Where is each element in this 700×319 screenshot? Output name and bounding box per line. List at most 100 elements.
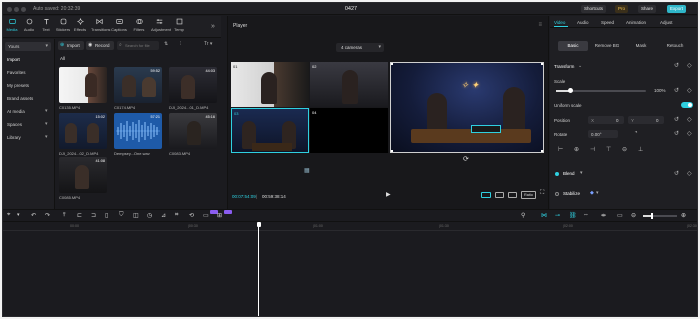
zoom-out-icon[interactable]: ⊖ xyxy=(631,212,639,220)
filter-icon[interactable]: ⫶ xyxy=(180,41,181,47)
resize-handle[interactable] xyxy=(391,63,393,65)
media-clip[interactable]: 44:03 xyxy=(169,67,217,103)
tool-stickers[interactable]: Stickers xyxy=(55,18,71,32)
grid-layout-icon[interactable]: ▦ xyxy=(304,167,310,174)
media-clip[interactable]: 57:21 xyxy=(114,113,162,149)
tab-video[interactable]: Video xyxy=(554,20,565,25)
keyframe-icon[interactable]: ◇ xyxy=(687,116,692,123)
tool-captions[interactable]: Captions xyxy=(111,18,127,32)
redo-icon[interactable]: ↷ xyxy=(45,212,53,220)
sidebar-item-import[interactable]: Import xyxy=(7,57,20,62)
reset-icon[interactable]: ↺ xyxy=(674,130,679,137)
media-clip[interactable]: 59:52 xyxy=(114,67,162,103)
fullscreen-icon[interactable]: ⛶ xyxy=(540,190,544,197)
reset-icon[interactable]: ↺ xyxy=(674,170,679,177)
chevron-down-icon[interactable]: ▾ xyxy=(17,212,25,220)
sidebar-item-ai-media[interactable]: AI media xyxy=(7,109,25,114)
scale-slider[interactable] xyxy=(556,88,646,93)
align-center-h-icon[interactable]: ⊕ xyxy=(574,146,579,153)
sidebar-item-spaces[interactable]: Spaces xyxy=(7,122,22,127)
resize-handle[interactable] xyxy=(541,63,543,65)
tool-transitions[interactable]: Transitions xyxy=(91,18,110,32)
tool-adjustment[interactable]: Adjustment xyxy=(151,18,171,32)
split-right-icon[interactable]: ⊐ xyxy=(91,212,99,220)
scale-value[interactable]: 100% xyxy=(654,88,666,93)
media-clip[interactable]: 41:08 xyxy=(59,157,107,193)
zoom-slider[interactable] xyxy=(643,213,677,219)
linkage-icon[interactable]: ⛓ xyxy=(569,212,577,220)
tab-animation[interactable]: Animation xyxy=(626,20,646,25)
split-icon[interactable]: ⫯ xyxy=(63,212,71,220)
align-center-v-icon[interactable]: ⊖ xyxy=(622,146,627,153)
keyframe-icon[interactable]: ◇ xyxy=(687,87,692,94)
rotate-field[interactable]: 0.00° xyxy=(588,130,618,138)
sidebar-item-my-presets[interactable]: My presets xyxy=(7,83,29,88)
chevron-down-icon[interactable]: ▾ xyxy=(580,170,583,176)
sidebar-item-favorites[interactable]: Favorites xyxy=(7,70,26,75)
media-clip[interactable]: 45:16 xyxy=(169,113,217,149)
search-input[interactable]: ⌕ Search for file xyxy=(117,41,159,50)
media-clip[interactable]: 15:02 xyxy=(59,113,107,149)
delete-icon[interactable]: ▯ xyxy=(105,212,113,220)
zoom-in-icon[interactable]: ⊕ xyxy=(681,212,689,220)
rotate-dial-icon[interactable]: ◔ xyxy=(634,130,638,136)
microphone-icon[interactable]: ⚲ xyxy=(521,212,529,220)
resize-handle[interactable] xyxy=(391,150,393,152)
more-tools-icon[interactable]: » xyxy=(211,23,215,30)
position-x-field[interactable]: X 0 xyxy=(588,116,624,124)
subtab-mask[interactable]: Mask xyxy=(626,41,656,51)
tool-template[interactable]: Temp xyxy=(171,18,187,32)
timeline-ruler[interactable]: 00:00 |00:30 |01:00 |01:30 |02:00 |02:30 xyxy=(3,222,697,231)
select-tool-icon[interactable]: ⌖ xyxy=(7,212,15,220)
play-button[interactable]: ▶ xyxy=(386,191,391,198)
tab-audio[interactable]: Audio xyxy=(577,20,589,25)
resize-handle[interactable] xyxy=(541,150,543,152)
sidebar-item-brand-assets[interactable]: Brand assets xyxy=(7,96,33,101)
reset-icon[interactable]: ↺ xyxy=(674,62,679,69)
preview-axis-icon[interactable]: ⇔ xyxy=(583,212,591,220)
camera-01-view[interactable]: 01 xyxy=(231,62,309,107)
screen-icon[interactable]: ▭ xyxy=(617,212,625,220)
main-track-magnet-icon[interactable]: ⋈ xyxy=(541,212,549,220)
split-left-icon[interactable]: ⊏ xyxy=(77,212,85,220)
tool-filters[interactable]: Filters xyxy=(131,18,147,32)
tool-text[interactable]: Text xyxy=(38,18,54,32)
uniform-scale-toggle[interactable] xyxy=(681,102,693,108)
position-y-field[interactable]: Y 0 xyxy=(628,116,664,124)
shield-icon[interactable]: ⛉ xyxy=(119,212,127,220)
tab-speed[interactable]: Speed xyxy=(601,20,614,25)
rotate-handle-icon[interactable]: ⟳ xyxy=(463,155,469,163)
undo-icon[interactable]: ↶ xyxy=(31,212,39,220)
mirror-icon[interactable]: ⊿ xyxy=(161,212,169,220)
sort-icon[interactable]: ⇅ xyxy=(164,41,168,47)
camera-03-view[interactable]: 03 xyxy=(231,108,309,153)
rotate-icon[interactable]: ⟲ xyxy=(189,212,197,220)
subtab-retouch[interactable]: Retouch xyxy=(658,41,692,51)
subtab-remove-bg[interactable]: Remove BG xyxy=(590,41,624,51)
crop-icon[interactable]: ⌗ xyxy=(175,212,183,220)
playhead-line[interactable] xyxy=(258,226,259,316)
export-button[interactable]: Export xyxy=(667,5,687,13)
tool-effects[interactable]: Effects xyxy=(72,18,88,32)
tab-adjust[interactable]: Adjust xyxy=(660,20,673,25)
pro-button[interactable]: Pro xyxy=(615,5,629,13)
tool-audio[interactable]: Audio xyxy=(21,18,37,32)
camera-02-view[interactable]: 02 xyxy=(310,62,388,107)
fit-timeline-icon[interactable]: ⇹ xyxy=(601,212,609,220)
sidebar-item-library[interactable]: Library xyxy=(7,135,21,140)
record-button[interactable]: ◉ Record xyxy=(86,41,114,50)
reset-icon[interactable]: ↺ xyxy=(674,116,679,123)
align-left-icon[interactable]: ⊢ xyxy=(558,146,563,153)
freeze-icon[interactable]: ◫ xyxy=(133,212,141,220)
all-filter[interactable]: All xyxy=(60,56,65,61)
camera-select[interactable]: 4 cameras ▾ xyxy=(336,43,384,52)
camera-04-view[interactable]: 04 xyxy=(310,108,388,153)
menu-icon[interactable]: ≡ xyxy=(538,22,542,28)
zoom-slider-thumb[interactable] xyxy=(651,213,653,219)
keyframe-icon[interactable]: ◇ xyxy=(687,130,692,137)
view-options-icon[interactable]: Tr ▾ xyxy=(204,41,212,47)
reset-icon[interactable]: ↺ xyxy=(674,87,679,94)
snapshot-icon[interactable] xyxy=(508,192,517,198)
auto-snap-icon[interactable]: ⊸ xyxy=(555,212,563,220)
preview-canvas[interactable]: ✧ ✦ xyxy=(390,62,544,153)
